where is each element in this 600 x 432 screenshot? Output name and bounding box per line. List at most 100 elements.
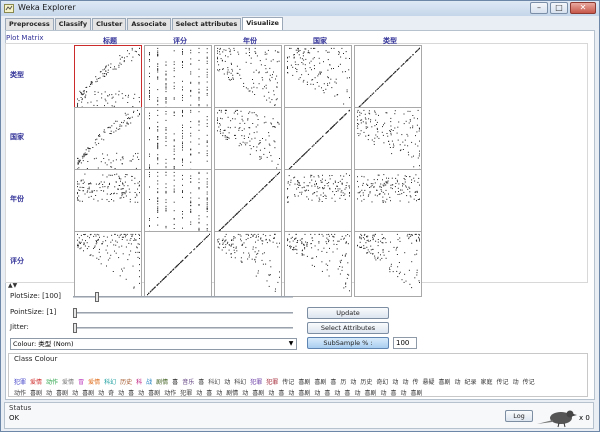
log-button[interactable]: Log [505,410,533,422]
class-colour-entry[interactable]: 喜剧 [314,379,326,386]
minimize-button[interactable]: – [530,2,548,14]
class-colour-entry[interactable]: 历史 [360,379,372,386]
scatter-cell[interactable] [284,231,352,297]
scatter-cell[interactable] [284,107,352,173]
class-colour-entry[interactable]: 喜剧 [56,390,68,397]
class-colour-entry[interactable]: 喜剧 [298,390,310,397]
class-colour-entry[interactable]: 喜 [390,390,396,397]
maximize-button[interactable]: □ [550,2,568,14]
scroll-arrows[interactable]: ▲▼ [8,282,17,289]
scatter-cell[interactable] [74,169,142,235]
class-colour-entry[interactable]: 动 [46,390,52,397]
scatter-cell[interactable] [74,231,142,297]
class-colour-entry[interactable]: 动 [314,390,320,397]
class-colour-entry[interactable]: 喜剧 [30,390,42,397]
scatter-cell[interactable] [354,231,422,297]
subsample-percent-input[interactable]: 100 [393,337,417,349]
class-colour-entry[interactable]: 战 [146,379,152,386]
class-colour-entry[interactable]: 剧情 [226,390,238,397]
class-colour-entry[interactable]: 犯罪 [180,390,192,397]
class-colour-entry[interactable]: 喜剧 [252,390,264,397]
class-colour-entry[interactable]: 历史 [120,379,132,386]
class-colour-entry[interactable]: 喜 [344,390,350,397]
class-colour-entry[interactable]: 传记 [282,379,294,386]
class-colour-entry[interactable]: 喜 [128,390,134,397]
tab-visualize[interactable]: Visualize [242,17,283,30]
scatter-cell[interactable] [284,45,352,111]
class-colour-entry[interactable]: 动 [268,390,274,397]
class-colour-entry[interactable]: 剧情 [156,379,168,386]
scatter-cell[interactable] [354,169,422,235]
point-size-thumb[interactable] [73,308,77,318]
scatter-cell[interactable] [214,107,282,173]
colour-select[interactable]: Colour: 类型 (Nom) ▼ [10,338,297,350]
class-colour-entry[interactable]: 动 [118,390,124,397]
scatter-cell[interactable] [214,231,282,297]
class-colour-entry[interactable]: 历 [340,379,346,386]
class-colour-entry[interactable]: 动 [334,390,340,397]
class-colour-entry[interactable]: 动 [380,390,386,397]
class-colour-entry[interactable]: 喜剧 [364,390,376,397]
class-colour-entry[interactable]: 传 [412,379,418,386]
class-colour-entry[interactable]: 喜剧 [82,390,94,397]
class-colour-entry[interactable]: 喜 [172,379,178,386]
scatter-cell[interactable] [284,169,352,235]
class-colour-entry[interactable]: 动作 [14,390,26,397]
scatter-cell[interactable] [144,45,212,111]
update-button[interactable]: Update [307,307,389,319]
scatter-cell[interactable] [74,107,142,173]
class-colour-entry[interactable]: 动 [216,390,222,397]
class-colour-entry[interactable]: 喜 [206,390,212,397]
close-button[interactable]: ✕ [570,2,596,14]
class-colour-entry[interactable]: 喜剧 [148,390,160,397]
jitter-thumb[interactable] [73,323,77,333]
class-colour-entry[interactable]: 动作 [46,379,58,386]
class-colour-entry[interactable]: 喜剧 [438,379,450,386]
class-colour-entry[interactable]: 冒 [78,379,84,386]
plot-size-thumb[interactable] [95,292,99,302]
scatter-cell[interactable] [354,45,422,111]
class-colour-entry[interactable]: 喜 [330,379,336,386]
point-size-slider[interactable] [73,308,293,318]
class-colour-entry[interactable]: 动 [350,379,356,386]
class-colour-entry[interactable]: 奇幻 [376,379,388,386]
class-colour-entry[interactable]: 动 [98,390,104,397]
class-colour-entry[interactable]: 犯罪 [266,379,278,386]
class-colour-entry[interactable]: 奇 [108,390,114,397]
scatter-cell[interactable] [354,107,422,173]
class-colour-entry[interactable]: 家庭 [481,379,493,386]
scatter-cell[interactable] [214,45,282,111]
class-colour-entry[interactable]: 传记 [497,379,509,386]
class-colour-entry[interactable]: 爱情 [88,379,100,386]
class-colour-entry[interactable]: 动 [242,390,248,397]
class-colour-entry[interactable]: 喜剧 [411,390,423,397]
class-colour-entry[interactable]: 动 [402,379,408,386]
class-colour-entry[interactable]: 科 [136,379,142,386]
title-bar[interactable]: Weka Explorer – □ ✕ [1,1,599,16]
scatter-cell[interactable] [144,107,212,173]
class-colour-entry[interactable]: 传记 [523,379,535,386]
class-colour-entry[interactable]: 动 [392,379,398,386]
class-colour-entry[interactable]: 动 [513,379,519,386]
tab-cluster[interactable]: Cluster [92,18,127,30]
class-colour-entry[interactable]: 科幻 [234,379,246,386]
class-colour-entry[interactable]: 爱情 [62,379,74,386]
class-colour-entry[interactable]: 喜剧 [298,379,310,386]
class-colour-entry[interactable]: 动 [455,379,461,386]
class-colour-entry[interactable]: 爱情 [30,379,42,386]
class-colour-entry[interactable]: 音乐 [182,379,194,386]
class-colour-entry[interactable]: 科幻 [104,379,116,386]
scatter-cell[interactable] [214,169,282,235]
subsample-button[interactable]: SubSample % : [307,337,389,349]
tab-associate[interactable]: Associate [127,18,171,30]
class-colour-entry[interactable]: 动 [72,390,78,397]
class-colour-entry[interactable]: 纪录 [465,379,477,386]
class-colour-entry[interactable]: 动 [196,390,202,397]
plot-size-slider[interactable] [73,292,293,302]
scatter-cell[interactable] [74,45,142,111]
class-colour-entry[interactable]: 动 [224,379,230,386]
class-colour-entry[interactable]: 喜 [198,379,204,386]
tab-preprocess[interactable]: Preprocess [5,18,54,30]
jitter-slider[interactable] [73,323,293,333]
class-colour-entry[interactable]: 喜 [278,390,284,397]
